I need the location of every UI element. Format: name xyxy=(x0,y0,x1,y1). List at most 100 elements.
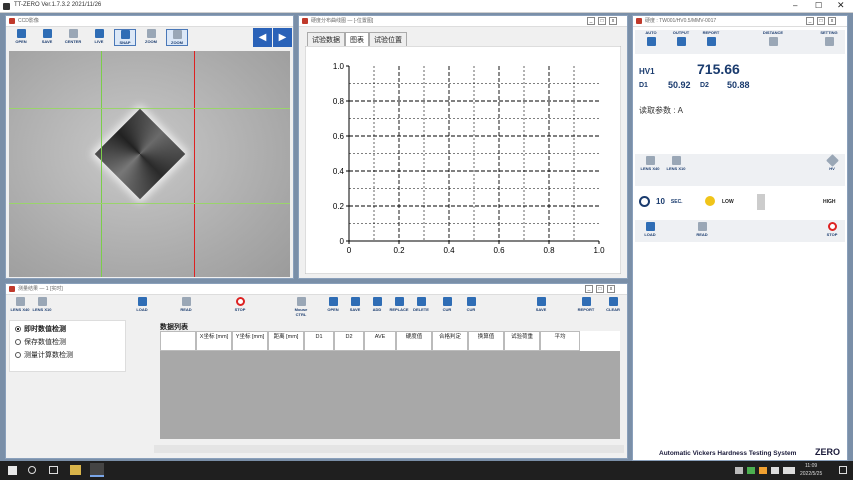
table-header: X坐标 [mm] Y坐标 [mm] 距离 [mm] D1 D2 AVE 硬度值 合格判定 换算值… xyxy=(160,331,620,351)
table-column-header[interactable]: 距离 [mm] xyxy=(268,331,304,351)
table-column-header[interactable]: Y坐标 [mm] xyxy=(232,331,268,351)
hv-toolbar: AUTO OUTPUT REPORT DISTANCE SETTING xyxy=(635,30,845,54)
hardness-chart: 0 0.2 0.4 0.6 0.8 1.0 0 0.2 0.4 0.6 0.8 1.0 xyxy=(305,46,621,274)
option-realtime[interactable]: 即时数值检测 xyxy=(15,324,120,334)
close-button[interactable]: x xyxy=(607,285,615,293)
brand-text: Automatic Vickers Hardness Testing Syste… xyxy=(659,450,797,457)
save-button[interactable]: SAVE xyxy=(36,29,58,44)
app-task-icon[interactable] xyxy=(90,463,104,477)
load-button[interactable]: LOAD xyxy=(639,222,661,237)
report-button[interactable]: REPORT xyxy=(575,297,597,312)
next-button[interactable]: ▶ xyxy=(273,28,292,47)
table-column-header[interactable]: 硬度值 xyxy=(396,331,432,351)
setting-button[interactable]: SETTING xyxy=(815,30,843,47)
replace-button[interactable]: REPLACE xyxy=(388,297,410,312)
table-column-header[interactable]: 平均 xyxy=(540,331,580,351)
load-icon xyxy=(645,222,655,231)
auto-button[interactable]: AUTO xyxy=(638,30,664,47)
search-icon[interactable] xyxy=(28,466,36,474)
close-button[interactable]: x xyxy=(828,17,836,25)
snap-button[interactable]: SNAP xyxy=(114,29,136,46)
option-calculated[interactable]: 测量计算数检测 xyxy=(15,350,120,360)
center-button[interactable]: CENTER xyxy=(62,29,84,44)
table-column-header[interactable] xyxy=(160,331,196,351)
time-value: 10 xyxy=(656,197,665,206)
table-column-header[interactable]: D1 xyxy=(304,331,334,351)
cursor-down-button[interactable]: CUR xyxy=(436,297,458,312)
folder-icon xyxy=(16,29,26,38)
window-icon xyxy=(302,18,308,24)
open-button[interactable]: OPEN xyxy=(322,297,344,312)
maximize-button[interactable]: □ xyxy=(598,17,606,25)
close-button[interactable]: x xyxy=(609,17,617,25)
close-button[interactable]: ✕ xyxy=(837,0,845,11)
tray-icons[interactable] xyxy=(735,467,795,474)
explorer-icon[interactable] xyxy=(70,465,81,475)
minimize-button[interactable]: _ xyxy=(806,17,814,25)
camera-icon xyxy=(94,29,104,38)
table-column-header[interactable]: AVE xyxy=(364,331,396,351)
minimize-button[interactable]: _ xyxy=(585,285,593,293)
y-tick-label: 0.8 xyxy=(333,97,345,106)
minimize-button[interactable]: _ xyxy=(587,17,595,25)
time-unit: SEC. xyxy=(670,198,683,205)
crosshair-icon xyxy=(68,29,78,38)
stop-button[interactable]: STOP xyxy=(821,222,843,237)
lens-x10-button[interactable]: LENS X10 xyxy=(665,156,687,171)
clear-button[interactable]: CLEAR xyxy=(602,297,624,312)
load-icon xyxy=(137,297,147,306)
table-column-header[interactable]: 换算值 xyxy=(468,331,504,351)
option-saved[interactable]: 保存数值检测 xyxy=(15,337,120,347)
read-button[interactable]: READ xyxy=(175,297,197,312)
prev-button[interactable]: ◀ xyxy=(253,28,272,47)
table-column-header[interactable]: 试验荷重 xyxy=(504,331,540,351)
d1-value: 50.92 xyxy=(668,80,691,90)
dwell-time: 10 SEC. xyxy=(639,196,683,207)
report-button[interactable]: REPORT xyxy=(698,30,724,47)
y-tick-label: 0.6 xyxy=(333,132,345,141)
table-column-header[interactable]: X坐标 [mm] xyxy=(196,331,232,351)
ccd-image[interactable] xyxy=(9,51,290,277)
save-data-button[interactable]: SAVE xyxy=(530,297,552,312)
open-button[interactable]: OPEN xyxy=(10,29,32,44)
horizontal-scrollbar[interactable] xyxy=(154,445,624,453)
add-button[interactable]: ADD xyxy=(366,297,388,312)
data-table: X坐标 [mm] Y坐标 [mm] 距离 [mm] D1 D2 AVE 硬度值 合格判定 换算值… xyxy=(160,331,620,439)
clock-icon xyxy=(639,196,650,207)
table-column-header[interactable]: D2 xyxy=(334,331,364,351)
cursor-up-button[interactable]: CUR xyxy=(460,297,482,312)
crosshair-v-left xyxy=(101,51,102,277)
hv-button[interactable]: HV xyxy=(821,154,843,171)
delete-button[interactable]: DELETE xyxy=(410,297,432,312)
zoom-out-button[interactable]: ZOOM xyxy=(166,29,188,46)
mouse-ctrl-button[interactable]: Mouse CTRL xyxy=(290,297,312,317)
auto-icon xyxy=(646,37,656,46)
light-slider[interactable] xyxy=(757,194,765,210)
wrench-icon xyxy=(824,37,834,46)
maximize-button[interactable]: □ xyxy=(817,17,825,25)
zoom-in-button[interactable]: ZOOM xyxy=(140,29,162,44)
windows-start-icon[interactable] xyxy=(8,466,17,475)
output-button[interactable]: OUTPUT xyxy=(668,30,694,47)
distance-button[interactable]: DISTANCE xyxy=(758,30,788,47)
mouse-icon xyxy=(296,297,306,306)
magnifier-minus-icon xyxy=(172,30,182,39)
stop-button[interactable]: STOP xyxy=(229,297,251,312)
notification-icon[interactable] xyxy=(839,466,847,474)
lens-x10-button[interactable]: LENS X10 xyxy=(31,297,53,312)
maximize-button[interactable]: ☐ xyxy=(815,1,822,10)
stop-icon xyxy=(827,222,837,231)
task-view-icon[interactable] xyxy=(49,466,58,474)
live-button[interactable]: LIVE xyxy=(88,29,110,44)
lens-x40-button[interactable]: LENS X40 xyxy=(639,156,661,171)
maximize-button[interactable]: □ xyxy=(596,285,604,293)
lens-x40-button[interactable]: LENS X40 xyxy=(9,297,31,312)
table-column-header[interactable]: 合格判定 xyxy=(432,331,468,351)
save-button[interactable]: SAVE xyxy=(344,297,366,312)
load-button[interactable]: LOAD xyxy=(131,297,153,312)
read-button[interactable]: READ xyxy=(691,222,713,237)
read-icon xyxy=(181,297,191,306)
crosshair-v-right xyxy=(194,51,195,277)
lens-bar: LENS X40 LENS X10 HV xyxy=(635,154,845,186)
minimize-button[interactable]: – xyxy=(793,1,797,10)
